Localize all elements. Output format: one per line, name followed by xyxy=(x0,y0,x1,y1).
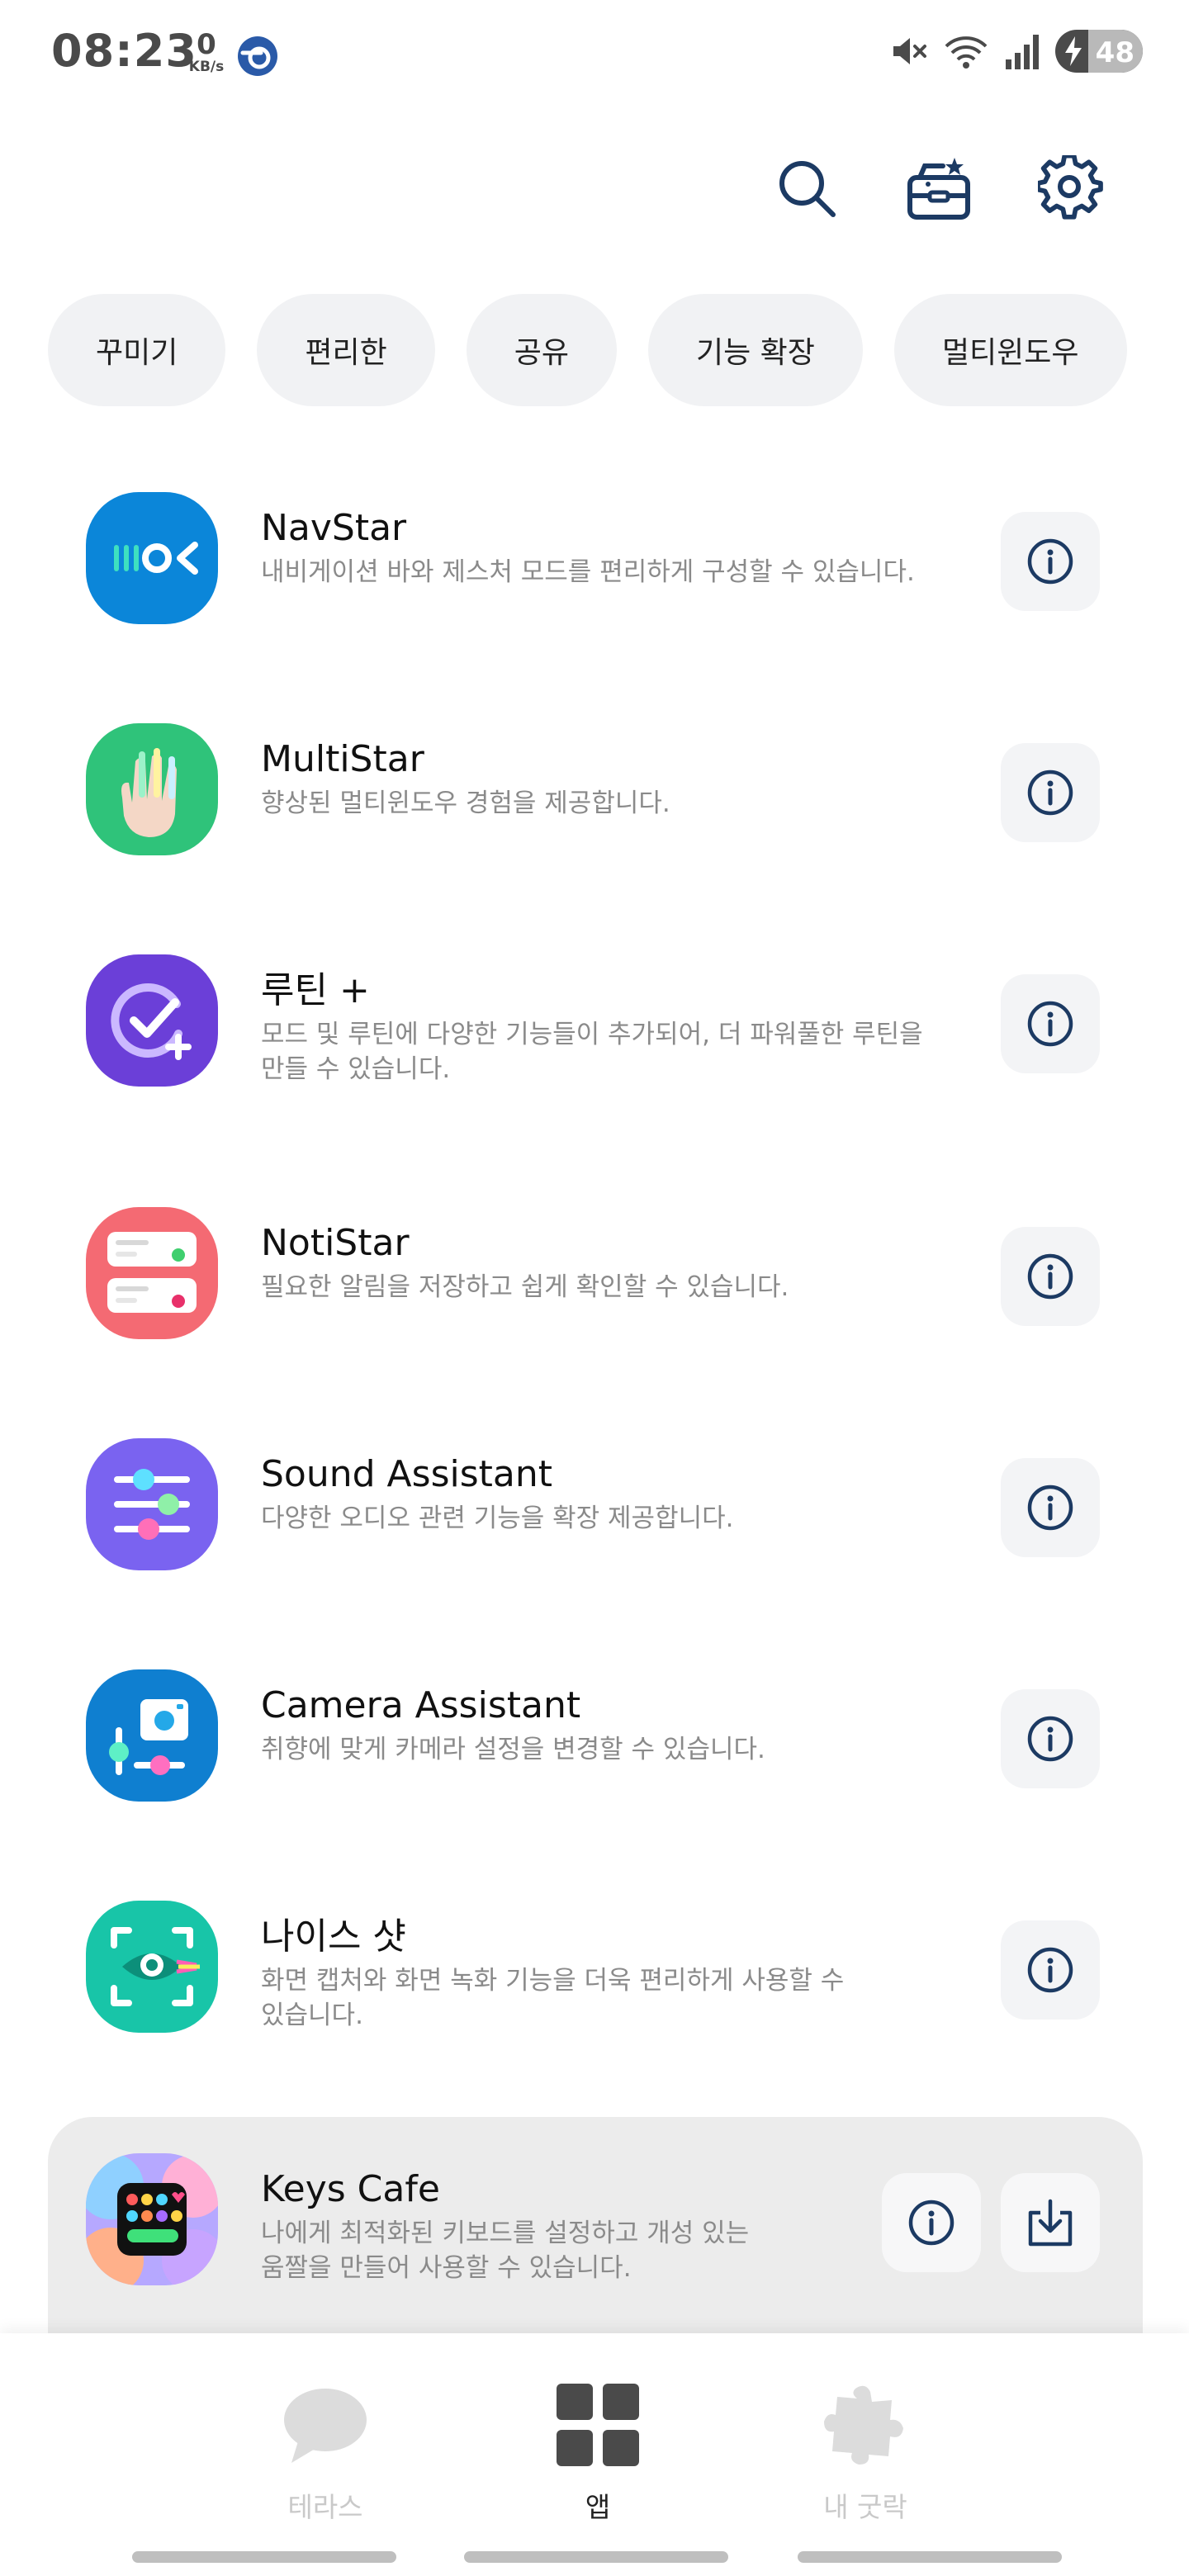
chip-feature-extension[interactable]: 기능 확장 xyxy=(648,294,863,406)
nav-label: 앱 xyxy=(585,2491,611,2523)
grid-icon xyxy=(557,2384,639,2466)
app-row-keys-cafe[interactable]: Keys Cafe 나에게 최적화된 키보드를 설정하고 개성 있는 움짤을 만… xyxy=(0,2153,1189,2310)
network-speed: 0 KB/s xyxy=(183,30,230,74)
category-chips: 꾸미기 편리한 공유 기능 확장 멀티윈도우 xyxy=(48,294,1127,406)
gear-icon xyxy=(1038,155,1103,220)
status-bar: 08:23 0 KB/s 48 xyxy=(0,0,1189,107)
app-description: 취향에 맞게 카메라 설정을 변경할 수 있습니다. xyxy=(261,1735,765,1764)
info-icon xyxy=(1027,1001,1073,1047)
app-title: Camera Assistant xyxy=(261,1684,581,1726)
chip-decorate[interactable]: 꾸미기 xyxy=(48,294,226,406)
top-actions xyxy=(771,153,1106,224)
app-description-line2: 움짤을 만들어 사용할 수 있습니다. xyxy=(261,2253,632,2283)
settings-button[interactable] xyxy=(1035,153,1106,224)
camera-assistant-app-icon xyxy=(86,1669,218,1802)
app-row-multistar[interactable]: MultiStar 향상된 멀티윈도우 경험을 제공합니다. xyxy=(0,723,1189,864)
status-right: 48 xyxy=(888,30,1143,73)
notistar-app-icon xyxy=(86,1207,218,1339)
info-button-notistar[interactable] xyxy=(1001,1227,1100,1326)
app-description-line2: 있습니다. xyxy=(261,2001,363,2030)
chat-bubble-icon xyxy=(284,2389,367,2463)
info-icon xyxy=(908,2200,955,2246)
app-title: Keys Cafe xyxy=(261,2168,440,2210)
app-description: 모드 및 루틴에 다양한 기능들이 추가되어, 더 파워풀한 루틴을 xyxy=(261,1020,923,1049)
app-title: MultiStar xyxy=(261,738,424,780)
app-row-sound-assistant[interactable]: Sound Assistant 다양한 오디오 관련 기능을 확장 제공합니다. xyxy=(0,1438,1189,1579)
app-row-notistar[interactable]: NotiStar 필요한 알림을 저장하고 쉽게 확인할 수 있습니다. xyxy=(0,1207,1189,1347)
app-title: 나이스 샷 xyxy=(261,1915,406,1958)
info-button-nice-shot[interactable] xyxy=(1001,1920,1100,2020)
info-button-keys-cafe[interactable] xyxy=(882,2173,981,2272)
app-description: 화면 캡처와 화면 녹화 기능을 더욱 편리하게 사용할 수 xyxy=(261,1966,845,1996)
info-button-sound-assistant[interactable] xyxy=(1001,1458,1100,1557)
app-row-nice-shot[interactable]: 나이스 샷 화면 캡처와 화면 녹화 기능을 더욱 편리하게 사용할 수 있습니… xyxy=(0,1901,1189,2066)
puzzle-icon xyxy=(824,2385,903,2465)
battery-level: 48 xyxy=(1095,36,1135,69)
charging-icon xyxy=(1065,36,1082,66)
download-button-keys-cafe[interactable] xyxy=(1001,2173,1100,2272)
store-icon xyxy=(907,158,970,220)
nav-my-goodlock[interactable]: 내 굿락 xyxy=(733,2379,997,2525)
info-icon xyxy=(1027,769,1073,816)
sound-assistant-app-icon xyxy=(86,1438,218,1570)
multistar-app-icon xyxy=(86,723,218,855)
gesture-hint-right[interactable] xyxy=(798,2551,1062,2563)
app-description: 향상된 멀티윈도우 경험을 제공합니다. xyxy=(261,788,670,818)
app-description: 다양한 오디오 관련 기능을 확장 제공합니다. xyxy=(261,1503,734,1533)
info-icon xyxy=(1027,1947,1073,1993)
app-row-navstar[interactable]: NavStar 내비게이션 바와 제스처 모드를 편리하게 구성할 수 있습니다… xyxy=(0,492,1189,632)
info-icon xyxy=(1027,538,1073,585)
app-description-line2: 만들 수 있습니다. xyxy=(261,1054,451,1084)
wifi-icon xyxy=(945,36,988,69)
signal-icon xyxy=(1006,35,1039,69)
nav-apps[interactable]: 앱 xyxy=(466,2379,730,2525)
chip-convenient[interactable]: 편리한 xyxy=(257,294,435,406)
info-button-routine-plus[interactable] xyxy=(1001,974,1100,1073)
network-speed-unit: KB/s xyxy=(188,59,225,75)
app-title: 루틴 + xyxy=(261,969,370,1011)
gesture-hint-center[interactable] xyxy=(464,2551,728,2563)
nav-label: 테라스 xyxy=(287,2491,363,2523)
download-icon xyxy=(1028,2199,1073,2247)
gesture-hint-left[interactable] xyxy=(132,2551,396,2563)
store-button[interactable] xyxy=(903,153,974,224)
info-button-multistar[interactable] xyxy=(1001,743,1100,842)
nav-terrace[interactable]: 테라스 xyxy=(193,2379,457,2525)
status-time: 08:23 xyxy=(51,25,197,77)
info-icon xyxy=(1027,1485,1073,1531)
battery-indicator: 48 xyxy=(1055,30,1143,73)
network-speed-value: 0 xyxy=(197,28,216,61)
nice-shot-app-icon xyxy=(86,1901,218,2033)
navstar-app-icon xyxy=(86,492,218,624)
app-title: NavStar xyxy=(261,507,407,549)
keys-cafe-app-icon xyxy=(86,2153,218,2285)
app-title: NotiStar xyxy=(261,1222,410,1264)
app-row-routine-plus[interactable]: 루틴 + 모드 및 루틴에 다양한 기능들이 추가되어, 더 파워풀한 루틴을 … xyxy=(0,954,1189,1120)
info-button-navstar[interactable] xyxy=(1001,512,1100,611)
info-button-camera-assistant[interactable] xyxy=(1001,1689,1100,1788)
chip-share[interactable]: 공유 xyxy=(466,294,617,406)
chip-multiwindow[interactable]: 멀티윈도우 xyxy=(893,294,1127,406)
search-icon xyxy=(779,161,836,217)
routine-plus-app-icon xyxy=(86,954,218,1087)
app-row-camera-assistant[interactable]: Camera Assistant 취향에 맞게 카메라 설정을 변경할 수 있습… xyxy=(0,1669,1189,1810)
search-button[interactable] xyxy=(771,153,842,224)
vpn-icon xyxy=(236,35,279,81)
app-title: Sound Assistant xyxy=(261,1453,552,1495)
info-icon xyxy=(1027,1716,1073,1762)
nav-label: 내 굿락 xyxy=(823,2491,907,2523)
bottom-navigation: 테라스 앱 내 굿락 xyxy=(0,2333,1189,2576)
app-description: 내비게이션 바와 제스처 모드를 편리하게 구성할 수 있습니다. xyxy=(261,557,915,587)
mute-icon xyxy=(893,38,926,64)
app-description: 나에게 최적화된 키보드를 설정하고 개성 있는 xyxy=(261,2218,750,2248)
info-icon xyxy=(1027,1253,1073,1300)
app-description: 필요한 알림을 저장하고 쉽게 확인할 수 있습니다. xyxy=(261,1272,789,1302)
